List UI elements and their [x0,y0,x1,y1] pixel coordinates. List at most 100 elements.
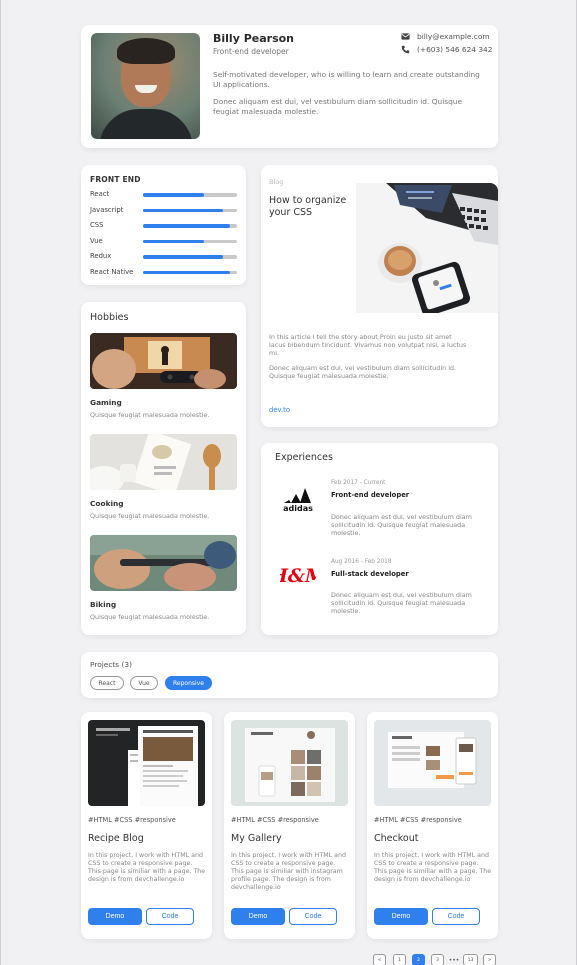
skill-bar [143,255,237,259]
code-button[interactable]: Code [289,908,337,925]
gaming-image [90,333,237,389]
skill-label: Javascript [90,205,124,214]
project-card: #HTML #CSS #responsive Recipe Blog In th… [81,712,212,939]
blog-excerpt-secondary: Donec aliquam est dui, vel vestibulum di… [269,364,457,380]
project-description: In this project, I work with HTML and CS… [88,852,206,883]
project-description: In this project, I work with HTML and CS… [374,852,492,883]
skill-bar-fill [143,193,205,197]
project-title: Checkout [374,833,419,844]
skill-row: React Native [90,268,237,278]
hobby-description: Quisque feugiat malesuada molestie. [90,411,210,419]
chevron-right-icon: > [487,957,492,963]
skill-row: Redux [90,252,237,262]
skill-bar [143,208,237,212]
skill-label: Redux [90,252,112,260]
svg-text:H&M: H&M [280,565,316,587]
project-tags: #HTML #CSS #responsive [88,816,176,824]
phone-icon [401,45,410,54]
experience-description: Donec aliquam est dui, vel vestibulum di… [331,591,472,615]
demo-button[interactable]: Demo [374,908,428,925]
project-title: My Gallery [231,833,282,844]
skill-row: CSS [90,221,237,231]
pagination-page-1[interactable]: 1 [393,954,406,965]
project-tags: #HTML #CSS #responsive [231,816,319,824]
project-card: #HTML #CSS #responsive My Gallery In thi… [224,712,355,939]
hm-logo: H&M [269,560,327,590]
svg-text:adidas: adidas [283,504,313,513]
skill-label: React [90,190,110,198]
skill-bar [143,224,237,228]
blog-link[interactable]: dev.to [269,406,290,414]
skill-bar [143,239,237,243]
pagination-next-button[interactable]: > [483,954,496,965]
project-thumbnail [231,720,348,806]
contact-email[interactable]: billy@example.com [401,32,490,41]
blog-card: Blog How to organize your CSS In this ar… [261,165,498,427]
profile-bio-secondary: Donec aliquam est dui, vel vestibulum di… [213,97,463,116]
blog-tag: Blog [269,178,284,186]
skill-bar [143,193,237,197]
skill-bar-fill [143,239,205,243]
skill-bar-fill [143,270,231,274]
pagination-page-3[interactable]: 3 [431,954,444,965]
blog-excerpt: In this article I tell the story about P… [269,333,467,357]
code-button[interactable]: Code [432,908,480,925]
skills-title: FRONT END [90,175,141,184]
cooking-image [90,434,237,490]
code-button[interactable]: Code [146,908,194,925]
skill-label: Vue [90,236,103,245]
pagination-prev-button[interactable]: < [373,954,386,965]
filter-chip-react[interactable]: React [90,676,124,690]
profile-photo [91,33,200,139]
biking-image [90,535,237,591]
skill-bar-fill [143,224,231,228]
project-thumbnail [88,720,205,806]
hobbies-title: Hobbies [90,312,129,323]
contact-phone[interactable]: (+603) 546 624 342 [401,45,492,54]
experience-description: Donec aliquam est dui, vel vestibulum di… [331,513,472,537]
hobby-description: Quisque feugiat malesuada molestie. [90,613,210,621]
pagination-page-2[interactable]: 2 [412,954,425,965]
filter-chip-responsive[interactable]: Reponsive [165,676,212,690]
hobby-name: Cooking [90,499,124,508]
demo-button[interactable]: Demo [88,908,142,925]
phone-text: (+603) 546 624 342 [417,45,493,54]
skill-label: React Native [90,267,134,276]
experience-date: Aug 2016 - Feb 2018 [331,559,392,565]
mail-icon [401,33,410,40]
experience-role: Front-end developer [331,491,410,499]
skill-row: React [90,190,237,200]
pagination-ellipsis: ••• [448,956,460,964]
demo-button[interactable]: Demo [231,908,285,925]
adidas-logo: adidas [280,483,316,513]
hobby-description: Quisque feugiat malesuada molestie. [90,512,210,520]
projects-title: Projects (3) [90,660,132,669]
hobby-name: Gaming [90,398,122,407]
email-text: billy@example.com [417,32,490,41]
blog-image [356,183,498,313]
blog-title: How to organize your CSS [269,195,347,218]
skills-card: FRONT END React Javascript CSS Vue Redux… [81,165,246,285]
filter-chip-vue[interactable]: Vue [130,676,158,690]
project-card: #HTML #CSS #responsive Checkout In this … [367,712,498,939]
profile-card: Billy Pearson Front-end developer billy@… [81,25,498,148]
experience-role: Full-stack developer [331,570,409,578]
project-description: In this project, I work with HTML and CS… [231,852,347,891]
experience-date: Feb 2017 - Current [331,480,386,486]
experiences-title: Experiences [275,452,333,463]
pagination-page-last[interactable]: 13 [463,954,478,965]
skill-bar-fill [143,208,223,212]
chevron-left-icon: < [377,957,382,963]
skill-bar-fill [143,255,223,259]
projects-filter-card: Projects (3) React Vue Reponsive [81,652,498,698]
profile-role: Front-end developer [213,47,289,56]
profile-bio: Self-motivated developer, who is willing… [213,70,480,89]
skill-row: Javascript [90,206,237,216]
hobbies-card: Hobbies Gaming Quisque feugiat malesuada… [81,302,246,635]
hobby-name: Biking [90,600,117,609]
project-title: Recipe Blog [88,833,144,844]
profile-name: Billy Pearson [213,32,295,45]
skill-bar [143,270,237,274]
skill-label: CSS [90,221,104,229]
project-thumbnail [374,720,491,806]
